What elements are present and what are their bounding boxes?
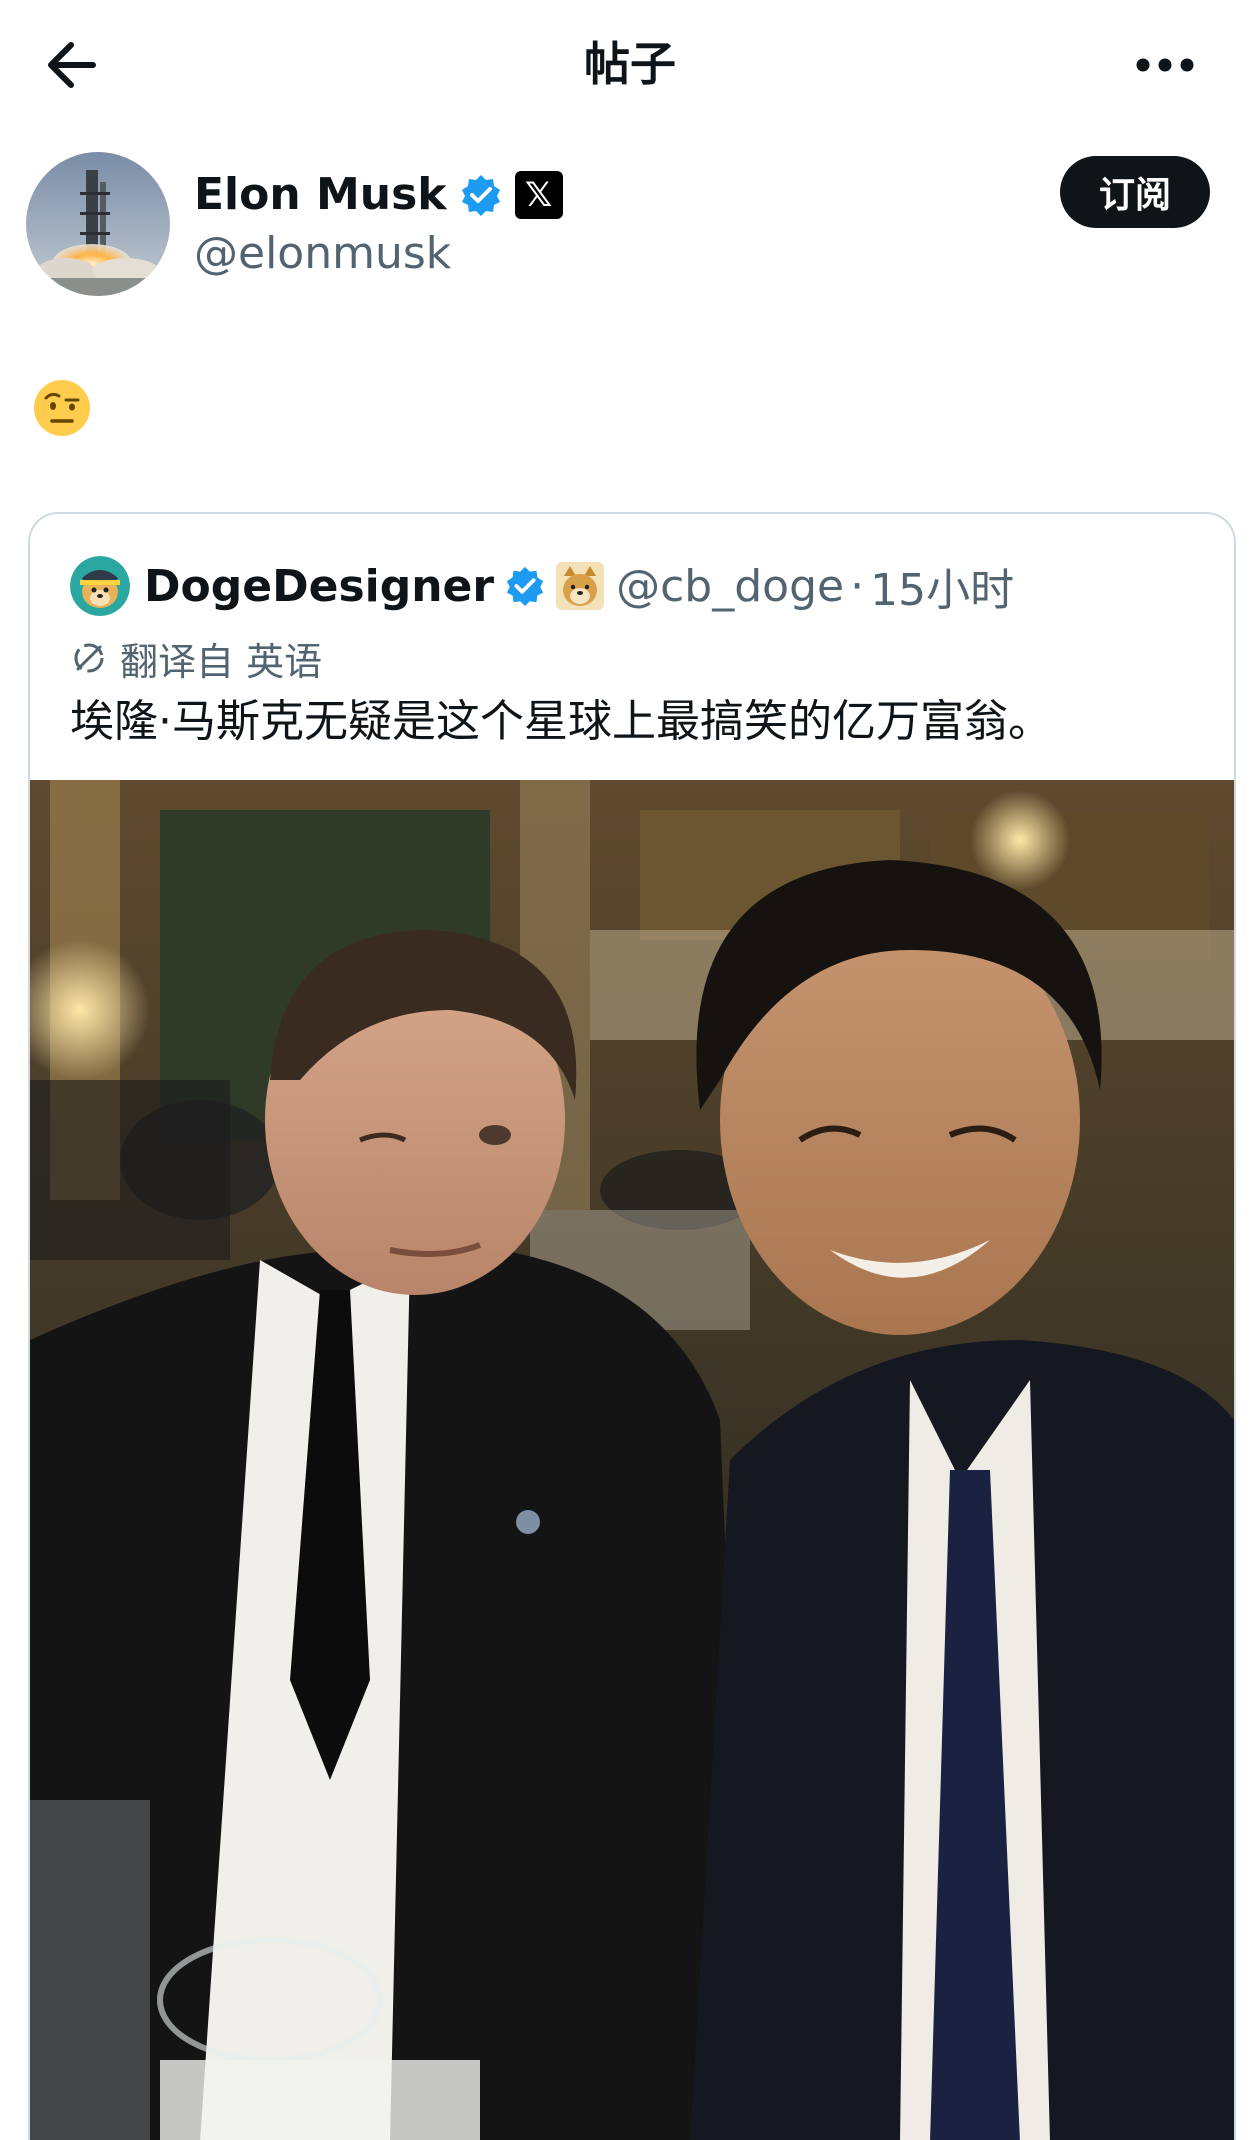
author-name[interactable]: Elon Musk: [194, 165, 447, 225]
face-with-raised-eyebrow-emoji: [34, 380, 90, 436]
quoted-author-handle[interactable]: @cb_doge: [616, 561, 844, 612]
quoted-post-photo[interactable]: [30, 780, 1234, 2140]
verified-badge-icon: [461, 175, 500, 216]
separator-dot: ·: [850, 560, 865, 612]
author-avatar[interactable]: [26, 152, 170, 296]
quoted-post-time[interactable]: 15小时: [870, 554, 1014, 618]
translated-from-text: 翻译自 英语: [120, 639, 323, 684]
author-row: Elon Musk 𝕏 @elonmusk 订阅: [26, 150, 1236, 300]
doge-avatar-image: [70, 556, 130, 616]
author-name-row: Elon Musk 𝕏: [194, 164, 563, 226]
quoted-post-header: DogeDesigner @cb_doge · 15小时: [70, 554, 1014, 618]
quoted-post-text: 埃隆·马斯克无疑是这个星球上最搞笑的亿万富翁。: [70, 696, 1052, 747]
photo-two-men-selfie-at-banquet: [30, 780, 1234, 2140]
author-handle[interactable]: @elonmusk: [194, 222, 451, 286]
quoted-author-avatar[interactable]: [70, 556, 130, 616]
quoted-author-name[interactable]: DogeDesigner: [144, 561, 494, 612]
more-button[interactable]: [1120, 30, 1210, 100]
subscribe-button[interactable]: 订阅: [1060, 156, 1210, 228]
doge-affiliation-icon: [556, 562, 605, 610]
translated-from-label[interactable]: 翻译自 英语: [70, 630, 322, 686]
top-bar: 帖子: [0, 0, 1260, 130]
rocket-launch-avatar-image: [26, 152, 170, 296]
verified-badge-icon: [506, 566, 544, 607]
x-affiliation-icon: 𝕏: [514, 171, 563, 219]
post-page: 帖子 Elon Musk 𝕏 @elonmusk 订阅 DogeDesigner…: [0, 0, 1260, 2140]
more-horizontal-icon: [1136, 58, 1194, 72]
translate-icon: [74, 643, 104, 673]
quoted-post-card[interactable]: DogeDesigner @cb_doge · 15小时 翻译自 英语 埃隆·马…: [28, 512, 1236, 2140]
page-title: 帖子: [584, 37, 676, 91]
